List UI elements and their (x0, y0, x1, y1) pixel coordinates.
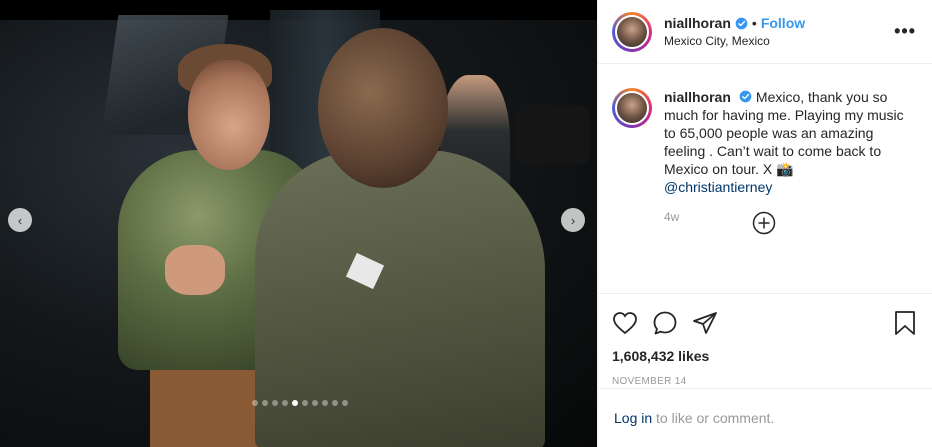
carousel-dot (262, 400, 268, 406)
photo-handshake (165, 245, 225, 295)
caption-body: niallhoran Mexico, thank you so much for… (664, 88, 916, 226)
caption: niallhoran Mexico, thank you so much for… (612, 88, 916, 226)
share-icon[interactable] (692, 311, 718, 335)
username-link[interactable]: niallhoran (664, 15, 731, 31)
login-prompt-text: to like or comment. (652, 410, 775, 426)
avatar-image (615, 14, 649, 49)
chevron-right-icon: › (570, 212, 576, 228)
action-icons (612, 304, 916, 342)
post-photo[interactable]: ‹ › (0, 0, 597, 447)
carousel-dot (282, 400, 288, 406)
like-count[interactable]: 1,608,432 likes (612, 348, 916, 364)
chevron-left-icon: ‹ (17, 212, 23, 228)
post-date: NOVEMBER 14 (612, 376, 687, 387)
carousel-next-button[interactable]: › (561, 208, 585, 232)
bookmark-icon[interactable] (894, 310, 916, 336)
avatar-image (615, 91, 649, 125)
photo-face (188, 60, 270, 170)
carousel-dots (252, 400, 348, 406)
comment-icon[interactable] (652, 310, 678, 336)
header-text: niallhoran • Follow Mexico City, Mexico (664, 15, 894, 48)
login-prompt: Log in to like or comment. (598, 388, 932, 426)
location-link[interactable]: Mexico City, Mexico (664, 34, 894, 48)
post-time: 4w (664, 210, 680, 224)
avatar[interactable] (612, 11, 652, 52)
caption-username-link[interactable]: niallhoran (664, 89, 731, 105)
carousel-dot (302, 400, 308, 406)
carousel-dot (312, 400, 318, 406)
verified-badge-icon (735, 17, 748, 29)
caption-avatar[interactable] (612, 88, 652, 128)
more-options-icon[interactable]: ••• (894, 21, 916, 42)
login-link[interactable]: Log in (614, 410, 652, 426)
carousel-prev-button[interactable]: ‹ (8, 208, 32, 232)
carousel-dot (342, 400, 348, 406)
post-side-panel: niallhoran • Follow Mexico City, Mexico … (597, 0, 932, 447)
follow-button[interactable]: Follow (761, 15, 805, 31)
mention-link[interactable]: @christiantierney (664, 179, 772, 195)
carousel-dot (272, 400, 278, 406)
load-more-comments-icon[interactable] (752, 211, 776, 235)
comments-area: niallhoran Mexico, thank you so much for… (598, 64, 932, 293)
carousel-dot (252, 400, 258, 406)
photo-camera (515, 105, 590, 165)
carousel-dot (332, 400, 338, 406)
carousel-dot (322, 400, 328, 406)
separator-bullet: • (751, 15, 757, 31)
verified-badge-icon (739, 90, 752, 103)
photo-back-of-head (318, 28, 448, 188)
carousel-dot (292, 400, 298, 406)
post-header: niallhoran • Follow Mexico City, Mexico … (598, 0, 932, 64)
header-row: niallhoran • Follow (664, 15, 894, 31)
like-heart-icon[interactable] (612, 311, 638, 335)
